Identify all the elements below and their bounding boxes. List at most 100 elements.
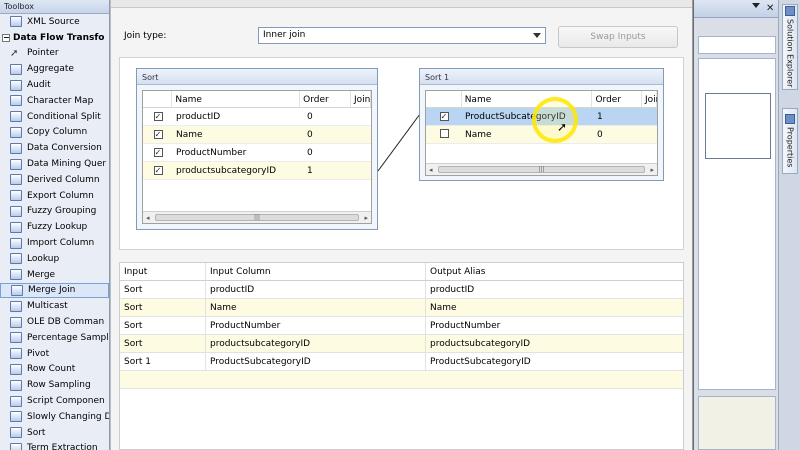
output-new-row[interactable] xyxy=(120,371,683,389)
output-row[interactable]: Sort 1 ProductSubcategoryID ProductSubcate… xyxy=(120,353,683,371)
output-col-inputcolumn-header: Input Column xyxy=(206,263,426,280)
toolbox-panel: Toolbox XML Source − Data Flow Transfo ➚ Poi… xyxy=(0,0,110,450)
properties-object-selector[interactable] xyxy=(698,36,776,54)
output-inputcolumn-cell[interactable]: productID xyxy=(206,281,426,298)
toolbox-item[interactable]: Sort xyxy=(0,425,109,441)
column-name: Name xyxy=(176,129,203,140)
column-checkbox[interactable]: ✓ xyxy=(439,111,449,121)
scroll-right-icon[interactable]: ▸ xyxy=(364,214,368,222)
toolbox-item[interactable]: Fuzzy Lookup xyxy=(0,219,109,235)
left_table-row[interactable]: ✓ Name 0 xyxy=(143,126,371,144)
toolbox-item[interactable]: Data Mining Quer xyxy=(0,156,109,172)
toolbox-item[interactable]: Copy Column xyxy=(0,125,109,141)
output-alias-cell[interactable]: productID xyxy=(426,281,646,298)
toolbox-item[interactable]: Row Sampling xyxy=(0,377,109,393)
component-icon xyxy=(10,253,22,265)
output-row[interactable]: Sort productID productID xyxy=(120,281,683,299)
toolbox-item[interactable]: Percentage Sampl xyxy=(0,330,109,346)
column-checkbox[interactable]: ✓ xyxy=(153,147,163,157)
toolbox-item[interactable]: Derived Column xyxy=(0,172,109,188)
component-icon xyxy=(10,411,22,423)
component-icon xyxy=(11,284,23,296)
column-checkbox[interactable]: ✓ xyxy=(153,111,163,121)
scroll-left-icon[interactable]: ◂ xyxy=(429,166,433,174)
toolbox-item-label: Pointer xyxy=(27,48,59,59)
toolbox-item[interactable]: Lookup xyxy=(0,251,109,267)
output-alias-cell[interactable]: productsubcategoryID xyxy=(426,335,646,352)
output-inputcolumn-cell[interactable]: productsubcategoryID xyxy=(206,335,426,352)
output-row[interactable]: Sort productsubcategoryID productsubcatego… xyxy=(120,335,683,353)
output-row[interactable]: Sort Name Name xyxy=(120,299,683,317)
toolbox-item[interactable]: Fuzzy Grouping xyxy=(0,204,109,220)
left_table-row[interactable]: ✓ productID 0 xyxy=(143,108,371,126)
toolbox-item-label: Data Flow Transfo xyxy=(13,32,105,43)
toolbox-item[interactable]: Conditional Split xyxy=(0,109,109,125)
merge-join-editor: Join type: Inner join Swap Inputs Sort N… xyxy=(110,0,693,450)
column-checkbox[interactable] xyxy=(439,128,449,138)
toolbox-item[interactable]: Aggregate xyxy=(0,61,109,77)
close-icon[interactable]: ✕ xyxy=(766,3,774,14)
output-inputcolumn-cell[interactable]: ProductSubcategoryID xyxy=(206,353,426,370)
toolbox-item[interactable]: OLE DB Comman xyxy=(0,314,109,330)
output-inputcolumn-cell[interactable]: ProductNumber xyxy=(206,317,426,334)
output-input-cell[interactable]: Sort 1 xyxy=(120,353,206,370)
toolbox-item[interactable]: Slowly Changing D xyxy=(0,409,109,425)
toolbox-item[interactable]: Pivot xyxy=(0,346,109,362)
join-type-value: Inner join xyxy=(263,30,306,40)
toolbox-item[interactable]: Export Column xyxy=(0,188,109,204)
scroll-thumb[interactable]: ||| xyxy=(438,166,645,173)
toolbox-category-header[interactable]: − Data Flow Transfo xyxy=(0,30,109,46)
toolbox-item[interactable]: XML Source xyxy=(0,14,109,30)
output-input-cell[interactable]: Sort xyxy=(120,299,206,316)
scroll-right-icon[interactable]: ▸ xyxy=(650,166,654,174)
tab-properties[interactable]: Properties xyxy=(782,108,798,174)
left-grid-hscrollbar[interactable]: ◂ ||| ▸ xyxy=(143,211,371,223)
component-icon xyxy=(10,363,22,375)
scroll-left-icon[interactable]: ◂ xyxy=(146,214,150,222)
column-checkbox[interactable]: ✓ xyxy=(153,165,163,175)
output-alias-cell[interactable]: ProductNumber xyxy=(426,317,646,334)
left-input-table[interactable]: Sort Name Order Join ✓ productID 0 ✓ Name 0 ✓ P… xyxy=(136,68,378,230)
scroll-thumb[interactable]: ||| xyxy=(155,214,359,221)
toolbox-item-label: Merge xyxy=(27,269,56,280)
side-tab-strip: Solution Explorer Properties xyxy=(778,0,800,450)
output-row[interactable]: Sort ProductNumber ProductNumber xyxy=(120,317,683,335)
toolbox-item[interactable]: Character Map xyxy=(0,93,109,109)
left_table-row[interactable]: ✓ ProductNumber 0 xyxy=(143,144,371,162)
toolbox-item[interactable]: Script Componen xyxy=(0,393,109,409)
output-input-cell[interactable]: Sort xyxy=(120,317,206,334)
toolbox-item-label: Pivot xyxy=(27,348,50,359)
output-input-cell[interactable]: Sort xyxy=(120,335,206,352)
toolbox-item[interactable]: Multicast xyxy=(0,298,109,314)
output-alias-cell[interactable]: ProductSubcategoryID xyxy=(426,353,646,370)
column-checkbox[interactable]: ✓ xyxy=(153,129,163,139)
toolbox-item[interactable]: ➚ Pointer xyxy=(0,46,109,62)
toolbox-item[interactable]: Merge xyxy=(0,267,109,283)
collapse-icon[interactable]: − xyxy=(2,33,10,42)
toolbox-item[interactable]: Data Conversion xyxy=(0,140,109,156)
swap-inputs-button[interactable]: Swap Inputs xyxy=(558,26,678,48)
column-order: 0 xyxy=(307,147,313,158)
output-col-alias-header: Output Alias xyxy=(430,267,486,277)
toolbox-item[interactable]: Merge Join xyxy=(0,282,109,299)
right-grid-hscrollbar[interactable]: ◂ ||| ▸ xyxy=(426,163,657,175)
toolbox-item[interactable]: Import Column xyxy=(0,235,109,251)
component-icon xyxy=(10,111,22,123)
output-alias-cell[interactable]: Name xyxy=(426,299,646,316)
tab-solution-explorer[interactable]: Solution Explorer xyxy=(782,4,798,90)
toolbox-item[interactable]: Audit xyxy=(0,77,109,93)
right-col-order-header: Order xyxy=(592,91,642,107)
output-inputcolumn-cell[interactable]: Name xyxy=(206,299,426,316)
right-col-join-header: Join xyxy=(642,91,657,107)
dropdown-arrow-icon[interactable] xyxy=(752,3,760,8)
toolbox-item-label: OLE DB Comman xyxy=(27,317,105,328)
left_table-row[interactable]: ✓ productsubcategoryID 1 xyxy=(143,162,371,180)
left-col-join-header: Join xyxy=(351,91,371,107)
mouse-pointer-icon: ➚ xyxy=(557,120,568,134)
output-input-cell[interactable]: Sort xyxy=(120,281,206,298)
toolbox-item[interactable]: Term Extraction xyxy=(0,441,109,450)
toolbox-item[interactable]: Row Count xyxy=(0,362,109,378)
join-type-dropdown[interactable]: Inner join xyxy=(258,27,546,44)
component-icon xyxy=(10,221,22,233)
toolbox-item-label: Audit xyxy=(27,80,51,91)
